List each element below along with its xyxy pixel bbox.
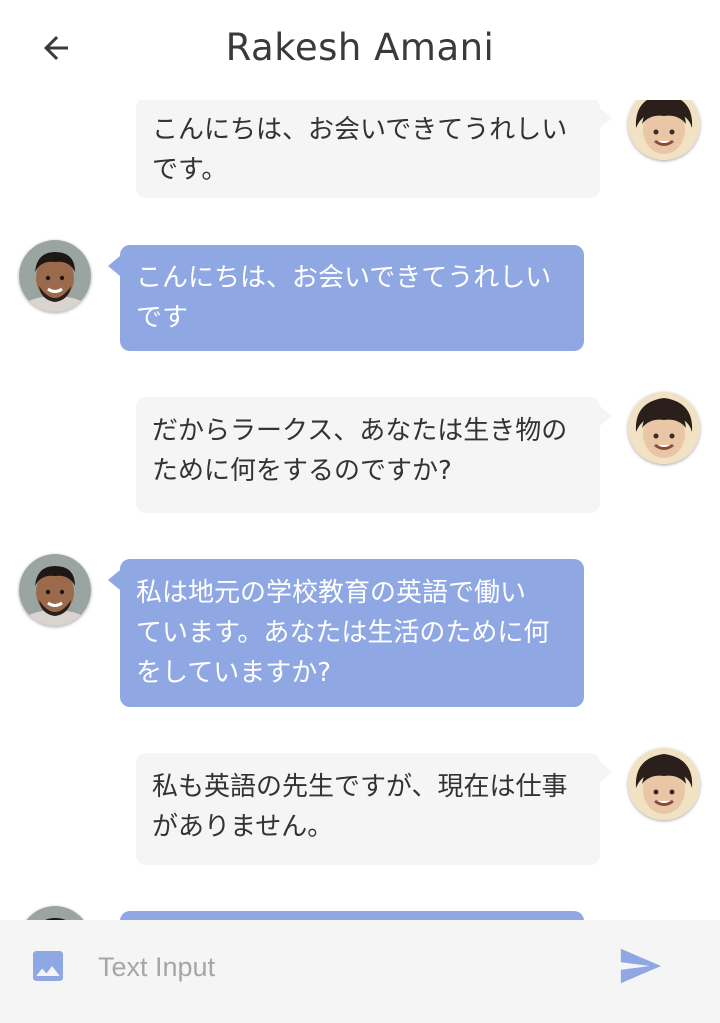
bubble-tail <box>600 406 612 426</box>
user-photo-icon <box>19 240 91 312</box>
send-button[interactable] <box>614 942 666 990</box>
send-icon <box>620 948 662 984</box>
user-photo-icon <box>628 100 700 160</box>
bubble-tail <box>600 108 612 128</box>
message-bubble: こんにちは、お会いできてうれしい です。 <box>136 100 600 198</box>
bubble-tail <box>108 570 120 590</box>
bubble-tail <box>108 256 120 276</box>
attach-image-button[interactable] <box>26 944 70 988</box>
avatar <box>19 906 91 920</box>
message-bubble: 私も英語の先生ですが、現在は仕事 がありません。 <box>136 753 600 865</box>
message-list[interactable]: こんにちは、お会いできてうれしい です。 こんにちは、お会いできてうれしい です… <box>0 100 720 920</box>
avatar <box>19 240 91 312</box>
user-photo-icon <box>19 554 91 626</box>
avatar <box>628 392 700 464</box>
image-icon <box>33 951 63 981</box>
user-photo-icon <box>628 392 700 464</box>
message-bubble: だからラークス、あなたは生き物の ために何をするのですか? <box>136 397 600 513</box>
user-photo-icon <box>19 906 91 920</box>
bubble-tail <box>600 762 612 782</box>
app-header: Rakesh Amani <box>0 0 720 100</box>
message-input[interactable] <box>96 938 580 996</box>
message-bubble: 私は地元の学校教育の英語で働い ています。あなたは生活のために何 をしていますか… <box>120 559 584 707</box>
user-photo-icon <box>628 748 700 820</box>
avatar <box>628 100 700 160</box>
message-bubble: こんにちは、お会いできてうれしい です <box>120 245 584 351</box>
avatar <box>628 748 700 820</box>
page-title: Rakesh Amani <box>225 26 495 69</box>
avatar <box>19 554 91 626</box>
message-bubble <box>120 911 584 920</box>
